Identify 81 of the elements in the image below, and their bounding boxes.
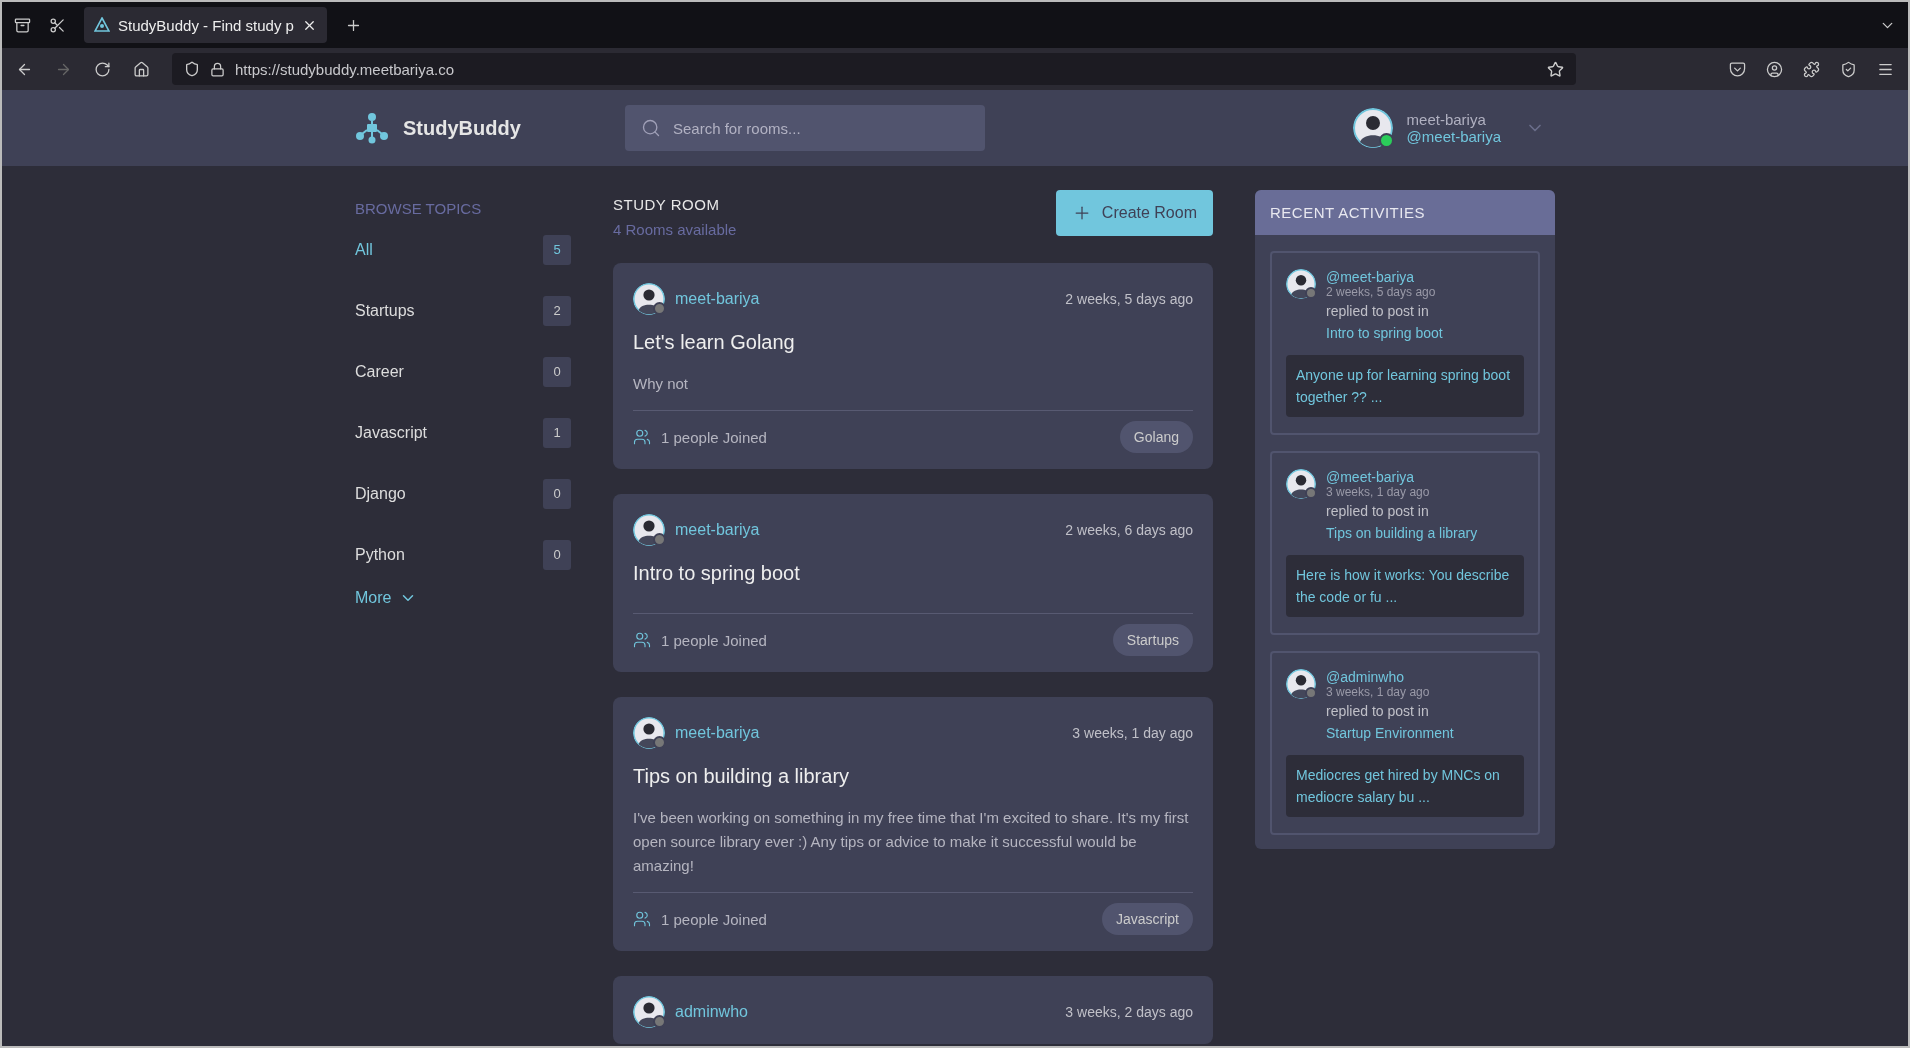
room-time: 3 weeks, 2 days ago	[1065, 1004, 1193, 1020]
topic-count: 0	[543, 356, 571, 387]
avatar	[633, 996, 665, 1028]
people-icon	[633, 428, 651, 446]
user-name[interactable]: meet-bariya	[1406, 111, 1501, 128]
avatar	[1286, 269, 1316, 299]
topic-link[interactable]: Javascript	[355, 423, 428, 442]
lock-icon	[210, 61, 225, 77]
joined-count: 1 people Joined	[661, 631, 767, 649]
avatar	[633, 514, 665, 546]
room-time: 2 weeks, 6 days ago	[1065, 522, 1193, 538]
search-field[interactable]: Search for rooms...	[625, 105, 985, 151]
topic-tag[interactable]: Startups	[1112, 624, 1193, 656]
topic-link[interactable]: Startups	[355, 301, 415, 320]
activity-message: Here is how it works: You describe the code or fu ...	[1286, 555, 1524, 617]
activity-action: replied to post in	[1326, 503, 1430, 519]
avatar	[1286, 669, 1316, 699]
reload-icon[interactable]	[94, 60, 111, 78]
activity-time: 3 weeks, 1 day ago	[1326, 685, 1431, 699]
logo-text[interactable]: StudyBuddy	[403, 116, 521, 140]
host-link[interactable]: meet-bariya	[675, 290, 760, 308]
activity-user[interactable]: @meet-bariya	[1326, 469, 1478, 485]
topic-count: 5	[543, 234, 571, 265]
account-icon[interactable]	[1766, 60, 1783, 78]
room-description: I've been working on something in my free time that I'm excited to share. It's my first open source library ever :) Any tips or advice to make it successful would be amazing!	[633, 808, 1190, 876]
topic-link[interactable]: All	[355, 240, 373, 259]
tab-list-icon[interactable]	[14, 16, 31, 34]
bookmark-star-icon[interactable]	[1547, 60, 1564, 78]
extensions-icon[interactable]	[1803, 60, 1820, 78]
search-icon	[641, 118, 661, 138]
activity-user[interactable]: @adminwho	[1326, 669, 1454, 685]
activity-room-link[interactable]: Intro to spring boot	[1326, 325, 1443, 341]
host-link[interactable]: meet-bariya	[675, 521, 760, 539]
rooms-count: 4 Rooms available	[613, 221, 737, 238]
sidebar-title: BROWSE TOPICS	[355, 200, 483, 217]
user-handle[interactable]: @meet-bariya	[1406, 128, 1501, 145]
topic-tag[interactable]: Golang	[1119, 421, 1193, 453]
panel-title: RECENT ACTIVITIES	[1255, 190, 1555, 235]
topic-link[interactable]: Django	[355, 484, 406, 503]
topic-tag[interactable]: Javascript	[1101, 903, 1193, 935]
logo-icon	[355, 112, 389, 144]
topic-link[interactable]: Career	[355, 362, 404, 381]
activity-room-link[interactable]: Tips on building a library	[1326, 525, 1478, 541]
room-description: Why not	[633, 374, 690, 394]
shield-extension-icon[interactable]	[1840, 60, 1857, 78]
room-title[interactable]: Intro to spring boot	[633, 562, 1193, 585]
tab-favicon-icon	[94, 17, 110, 33]
home-icon[interactable]	[133, 60, 150, 78]
avatar	[633, 283, 665, 315]
host-link[interactable]: adminwho	[675, 1003, 748, 1021]
room-title[interactable]: Tips on building a library	[633, 765, 1193, 788]
activity-message: Anyone up for learning spring boot together ?? ...	[1286, 355, 1524, 417]
activity-action: replied to post in	[1326, 303, 1430, 319]
joined-count: 1 people Joined	[661, 428, 767, 446]
joined-count: 1 people Joined	[661, 910, 767, 928]
avatar	[1352, 108, 1393, 148]
host-link[interactable]: meet-bariya	[675, 724, 760, 742]
address-bar[interactable]: https://studybuddy.meetbariya.co	[172, 53, 1576, 85]
feed-title: STUDY ROOM	[613, 196, 721, 213]
people-icon	[633, 631, 651, 649]
activity-time: 3 weeks, 1 day ago	[1326, 485, 1431, 499]
browser-tab[interactable]: StudyBuddy - Find study p	[84, 7, 327, 43]
pocket-icon[interactable]	[1729, 60, 1746, 78]
shield-icon	[184, 61, 200, 77]
activity-action: replied to post in	[1326, 703, 1430, 719]
scissors-icon[interactable]	[49, 16, 66, 34]
activity-message: Mediocres get hired by MNCs on mediocre salary bu ...	[1286, 755, 1524, 817]
room-time: 2 weeks, 5 days ago	[1065, 291, 1193, 307]
topic-count: 0	[543, 478, 571, 509]
activity-room-link[interactable]: Startup Environment	[1326, 725, 1454, 741]
people-icon	[633, 910, 651, 928]
more-link[interactable]: More	[355, 589, 571, 607]
topic-link[interactable]: Python	[355, 545, 405, 564]
activity-time: 2 weeks, 5 days ago	[1326, 285, 1437, 299]
topic-count: 0	[543, 539, 571, 570]
topic-count: 1	[543, 417, 571, 448]
topic-count: 2	[543, 295, 571, 326]
room-title[interactable]: Let's learn Golang	[633, 331, 1193, 354]
room-time: 3 weeks, 1 day ago	[1072, 725, 1193, 741]
activity-user[interactable]: @meet-bariya	[1326, 269, 1443, 285]
create-room-button[interactable]: Create Room	[1055, 190, 1213, 236]
